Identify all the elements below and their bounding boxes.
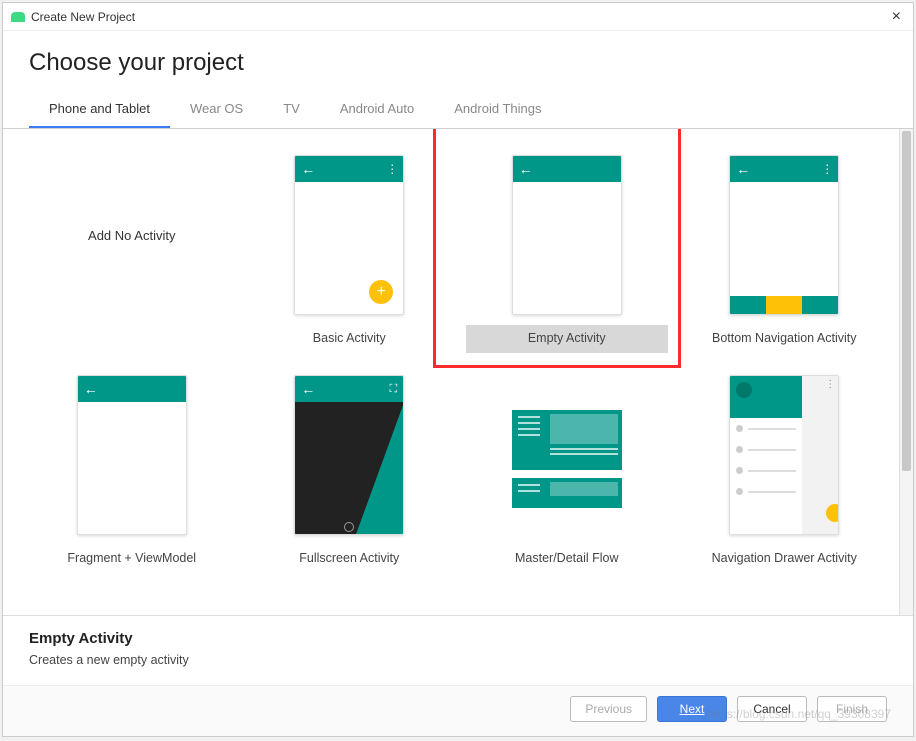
home-icon (344, 522, 354, 532)
dialog-window: Create New Project × Choose your project… (2, 2, 914, 737)
thumb-empty: ← (482, 145, 652, 325)
previous-button: Previous (570, 696, 647, 722)
back-icon: ← (519, 161, 533, 177)
template-label: Bottom Navigation Activity (684, 325, 886, 353)
overflow-icon: ⋮ (821, 162, 832, 176)
back-icon: ← (301, 381, 315, 397)
template-label: Master/Detail Flow (466, 545, 668, 573)
cancel-button[interactable]: Cancel (737, 696, 807, 722)
description-panel: Empty Activity Creates a new empty activ… (3, 616, 913, 685)
template-label: Fragment + ViewModel (31, 545, 233, 573)
template-basic-activity[interactable]: ← ⋮ + Basic Activity (247, 143, 453, 355)
template-label: Empty Activity (466, 325, 668, 353)
content-area: Choose your project Phone and Tablet Wea… (3, 31, 913, 736)
scrollbar[interactable] (899, 129, 913, 615)
next-button-label: Next (680, 702, 705, 716)
description-text: Creates a new empty activity (29, 653, 887, 667)
fab-icon (826, 504, 839, 522)
expand-icon: ⛶ (390, 383, 398, 396)
tab-android-auto[interactable]: Android Auto (320, 93, 434, 128)
tabs: Phone and Tablet Wear OS TV Android Auto… (3, 93, 913, 129)
template-master-detail[interactable]: Master/Detail Flow (464, 363, 670, 575)
scrollbar-thumb[interactable] (902, 131, 911, 471)
thumb-noact: Add No Activity (47, 145, 217, 325)
thumb-fullscreen: ←⛶ (264, 365, 434, 545)
template-label: Navigation Drawer Activity (684, 545, 886, 573)
template-gallery: Add No Activity ←⋮ + Basic Activity (3, 129, 913, 585)
back-icon: ← (84, 381, 98, 397)
button-bar: Previous Next Cancel Finish (3, 685, 913, 736)
tab-phone-tablet[interactable]: Phone and Tablet (29, 93, 170, 128)
avatar-icon (736, 382, 752, 398)
tab-wear-os[interactable]: Wear OS (170, 93, 263, 128)
thumb-bottomnav: ←⋮ (699, 145, 869, 325)
bottomnav-icon (730, 296, 838, 314)
template-fullscreen[interactable]: ←⛶ Fullscreen Activity (247, 363, 453, 575)
description-title: Empty Activity (29, 630, 887, 647)
fab-icon: + (369, 280, 393, 304)
close-icon[interactable]: × (888, 8, 905, 26)
gallery-wrap: Add No Activity ←⋮ + Basic Activity (3, 129, 913, 616)
window-title: Create New Project (31, 10, 135, 24)
template-add-no-activity[interactable]: Add No Activity (29, 143, 235, 355)
tab-tv[interactable]: TV (263, 93, 320, 128)
thumb-drawer: ⋮ (699, 365, 869, 545)
back-icon: ← (301, 161, 315, 177)
noact-label-inline: Add No Activity (88, 228, 175, 243)
tab-android-things[interactable]: Android Things (434, 93, 561, 128)
titlebar: Create New Project × (3, 3, 913, 31)
next-button[interactable]: Next (657, 696, 727, 722)
thumb-basic: ← ⋮ + (264, 145, 434, 325)
android-icon (11, 12, 25, 22)
template-bottom-nav[interactable]: ←⋮ Bottom Navigation Activity (682, 143, 888, 355)
template-nav-drawer[interactable]: ⋮ Navigation Drawer Activity (682, 363, 888, 575)
template-label (31, 325, 233, 353)
template-empty-activity[interactable]: ← Empty Activity (464, 143, 670, 355)
back-icon: ← (736, 161, 750, 177)
template-label: Basic Activity (249, 325, 451, 353)
template-label: Fullscreen Activity (249, 545, 451, 573)
template-fragment-viewmodel[interactable]: ← Fragment + ViewModel (29, 363, 235, 575)
overflow-icon: ⋮ (386, 162, 397, 176)
page-heading: Choose your project (3, 31, 913, 93)
overflow-icon: ⋮ (825, 379, 835, 390)
finish-button: Finish (817, 696, 887, 722)
thumb-fvm: ← (47, 365, 217, 545)
thumb-master (482, 365, 652, 545)
